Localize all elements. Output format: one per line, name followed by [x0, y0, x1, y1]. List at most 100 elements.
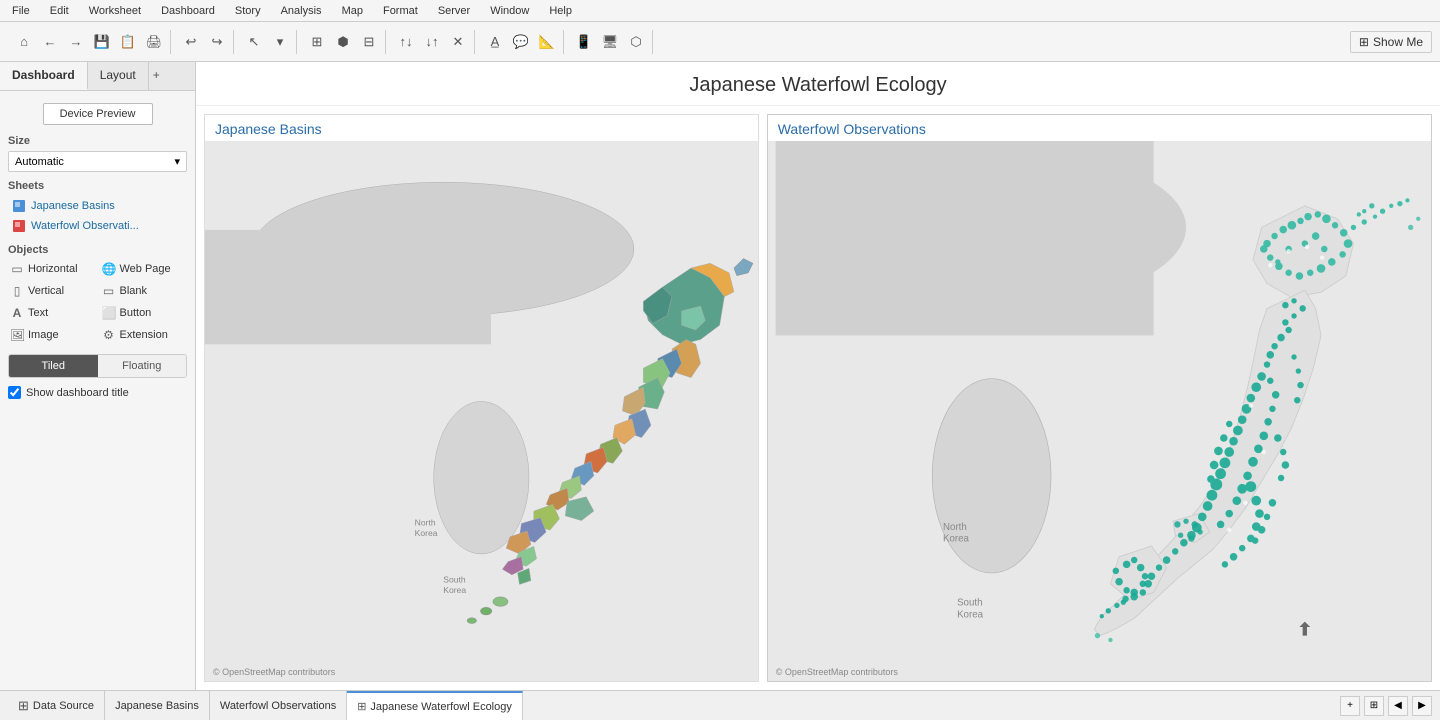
obj-blank[interactable]: ▭ Blank	[100, 282, 188, 300]
menu-dashboard[interactable]: Dashboard	[157, 5, 219, 17]
tab-dashboard[interactable]: Dashboard	[0, 62, 88, 90]
menu-format[interactable]: Format	[379, 5, 422, 17]
present-button[interactable]: 🖥	[598, 30, 622, 54]
map-basins-credit: © OpenStreetMap contributors	[207, 665, 341, 679]
data-source-label: Data Source	[33, 700, 94, 712]
menu-file[interactable]: File	[8, 5, 34, 17]
tiled-button[interactable]: Tiled	[9, 355, 98, 377]
toolbar: ⌂ ← → 💾 📋 🖨 ↩ ↪ ↖ ▾ ⊞ ⬢ ⊟ ↑↓ ↓↑ ✕ A̲ 💬 📐…	[0, 22, 1440, 62]
show-me-label: Show Me	[1373, 35, 1423, 49]
obj-webpage-label: Web Page	[120, 263, 171, 275]
show-title-checkbox[interactable]	[8, 386, 21, 399]
tab-data-source[interactable]: ⊞ Data Source	[8, 691, 105, 720]
objects-grid: ▭ Horizontal 🌐 Web Page ▯ Vertical ▭ Bla…	[8, 260, 187, 344]
obj-button[interactable]: ⬜ Button	[100, 304, 188, 322]
svg-text:South: South	[957, 597, 982, 608]
menu-worksheet[interactable]: Worksheet	[85, 5, 145, 17]
menu-map[interactable]: Map	[338, 5, 367, 17]
obj-text[interactable]: A Text	[8, 304, 96, 322]
map-basins-body[interactable]: North Korea South Korea	[205, 141, 758, 681]
svg-text:Korea: Korea	[415, 528, 438, 538]
toolbar-color-group: A̲ 💬 📐	[479, 30, 564, 54]
sort-desc[interactable]: ↓↑	[420, 30, 444, 54]
device-preview-button[interactable]: Device Preview	[43, 103, 153, 125]
show-title-row: Show dashboard title	[8, 386, 187, 399]
tab-layout[interactable]: Layout	[88, 62, 149, 90]
print-button[interactable]: 🖨	[142, 30, 166, 54]
map-waterfowl-credit: © OpenStreetMap contributors	[770, 665, 904, 679]
menu-server[interactable]: Server	[434, 5, 474, 17]
size-dropdown[interactable]: Automatic ▾	[8, 151, 187, 172]
sidebar: Dashboard Layout + Device Preview Size A…	[0, 62, 196, 690]
objects-section-label: Objects	[8, 244, 187, 256]
menu-window[interactable]: Window	[486, 5, 533, 17]
redo-button[interactable]: ↪	[205, 30, 229, 54]
sort-clear[interactable]: ✕	[446, 30, 470, 54]
status-next-btn[interactable]: ▶	[1412, 696, 1432, 716]
svg-text:North: North	[943, 522, 967, 533]
save-button[interactable]: 💾	[90, 30, 114, 54]
highlight-button[interactable]: A̲	[483, 30, 507, 54]
view-button[interactable]: ⊞	[305, 30, 329, 54]
marks-button[interactable]: ⬢	[331, 30, 355, 54]
text-icon: A	[10, 306, 24, 320]
obj-webpage[interactable]: 🌐 Web Page	[100, 260, 188, 278]
select-dropdown[interactable]: ▾	[268, 30, 292, 54]
toolbar-undo-group: ↩ ↪	[175, 30, 234, 54]
sidebar-content: Device Preview Size Automatic ▾ Sheets J…	[0, 91, 195, 690]
tab-ecology-label: Japanese Waterfowl Ecology	[370, 701, 511, 713]
sort-asc[interactable]: ↑↓	[394, 30, 418, 54]
forward-button[interactable]: →	[64, 30, 88, 54]
menu-edit[interactable]: Edit	[46, 5, 73, 17]
tab-japanese-waterfowl-ecology[interactable]: ⊞ Japanese Waterfowl Ecology	[347, 691, 523, 720]
menu-analysis[interactable]: Analysis	[277, 5, 326, 17]
sidebar-tab-add[interactable]: +	[149, 62, 164, 90]
map-waterfowl-body[interactable]: North Korea South Korea	[768, 141, 1431, 681]
data-source-icon: ⊞	[18, 698, 29, 714]
maps-container: Japanese Basins North Korea South	[196, 106, 1440, 690]
sheet-basins-label: Japanese Basins	[31, 200, 115, 212]
obj-image-label: Image	[28, 329, 59, 341]
obj-horizontal[interactable]: ▭ Horizontal	[8, 260, 96, 278]
sheet-waterfowl-icon	[12, 219, 26, 233]
share-button[interactable]: ⬡	[624, 30, 648, 54]
home-button[interactable]: ⌂	[12, 30, 36, 54]
device-button[interactable]: 📱	[572, 30, 596, 54]
menu-help[interactable]: Help	[545, 5, 576, 17]
layout-buttons: Tiled Floating	[8, 354, 187, 378]
select-tool[interactable]: ↖	[242, 30, 266, 54]
status-new-sheet-btn[interactable]: +	[1340, 696, 1360, 716]
filter-button[interactable]: ⊟	[357, 30, 381, 54]
webpage-icon: 🌐	[102, 262, 116, 276]
tab-waterfowl-obs[interactable]: Waterfowl Observations	[210, 691, 347, 720]
obj-horizontal-label: Horizontal	[28, 263, 78, 275]
save-as-button[interactable]: 📋	[116, 30, 140, 54]
size-value: Automatic	[15, 156, 64, 168]
obj-extension[interactable]: ⚙ Extension	[100, 326, 188, 344]
toolbar-select-group: ↖ ▾	[238, 30, 297, 54]
obj-image[interactable]: 🖼 Image	[8, 326, 96, 344]
status-prev-btn[interactable]: ◀	[1388, 696, 1408, 716]
tab-dashboard-icon: ⊞	[357, 700, 366, 713]
size-chevron-icon: ▾	[174, 155, 180, 168]
map-panel-waterfowl: Waterfowl Observations North Korea South	[767, 114, 1432, 682]
format-button[interactable]: 📐	[535, 30, 559, 54]
back-button[interactable]: ←	[38, 30, 62, 54]
obj-vertical[interactable]: ▯ Vertical	[8, 282, 96, 300]
obj-vertical-label: Vertical	[28, 285, 64, 297]
status-bar: ⊞ Data Source Japanese Basins Waterfowl …	[0, 690, 1440, 720]
floating-button[interactable]: Floating	[98, 355, 187, 377]
menu-story[interactable]: Story	[231, 5, 265, 17]
size-section-label: Size	[8, 135, 187, 147]
sheet-item-basins[interactable]: Japanese Basins	[8, 196, 187, 216]
status-right-controls: + ⊞ ◀ ▶	[1340, 696, 1432, 716]
undo-button[interactable]: ↩	[179, 30, 203, 54]
show-me-button[interactable]: ⊞ Show Me	[1350, 31, 1432, 53]
sheet-item-waterfowl[interactable]: Waterfowl Observati...	[8, 216, 187, 236]
tooltip-button[interactable]: 💬	[509, 30, 533, 54]
extension-icon: ⚙	[102, 328, 116, 342]
status-grid-btn[interactable]: ⊞	[1364, 696, 1384, 716]
sheet-map-icon	[12, 199, 26, 213]
main-layout: Dashboard Layout + Device Preview Size A…	[0, 62, 1440, 690]
tab-japanese-basins[interactable]: Japanese Basins	[105, 691, 210, 720]
